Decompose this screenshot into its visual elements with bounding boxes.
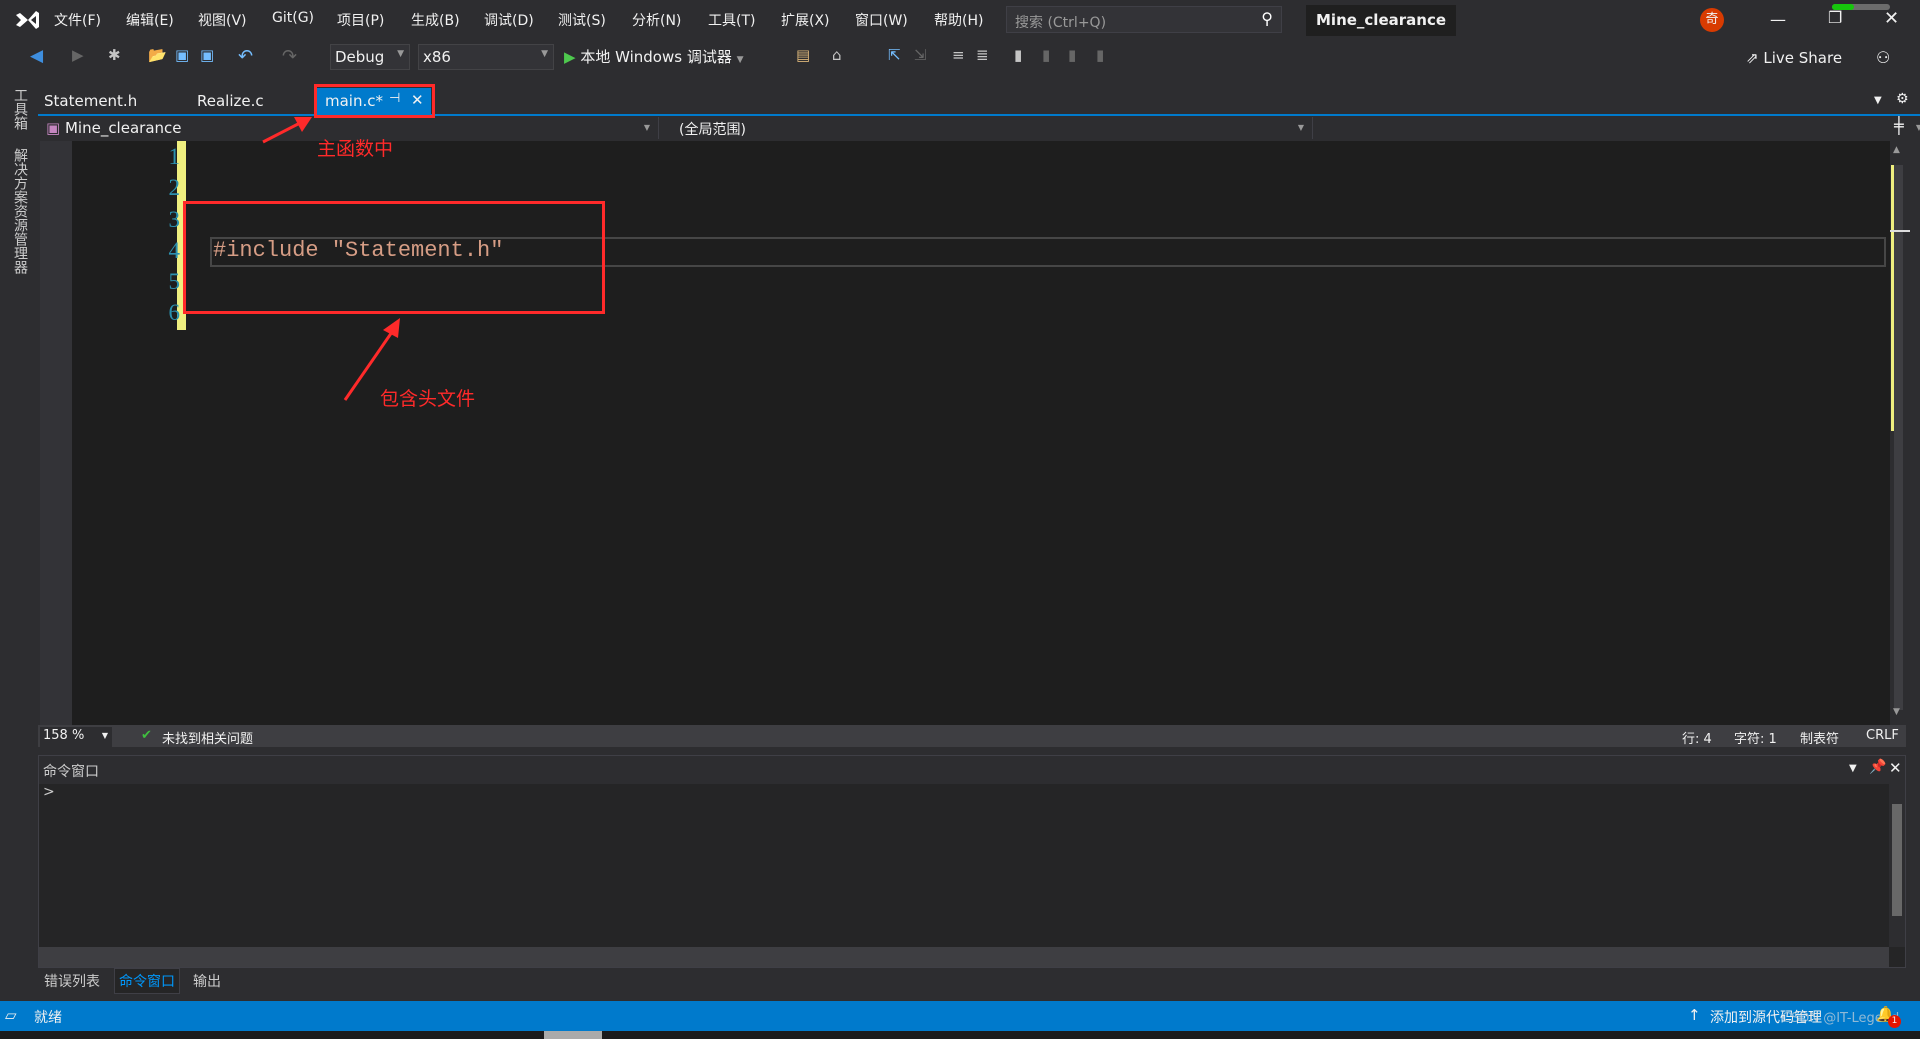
zoom-dropdown[interactable]: 158 % ▼ bbox=[40, 727, 112, 747]
eol-indicator[interactable]: CRLF bbox=[1866, 728, 1899, 743]
indent-indicator[interactable]: 制表符 bbox=[1800, 728, 1839, 747]
status-bar: ▱ 就绪 ↑ 添加到源代码管理 CSDN @IT-Legend 🔔 1 bbox=[0, 1001, 1920, 1031]
annotation-include-note: 包含头文件 bbox=[380, 388, 476, 410]
taskbar-strip bbox=[0, 1031, 1920, 1039]
chevron-down-icon[interactable]: ▼ bbox=[1849, 763, 1857, 774]
check-circle-icon: ✔ bbox=[141, 728, 152, 743]
command-vertical-scrollbar[interactable] bbox=[1889, 784, 1905, 947]
status-ready: 就绪 bbox=[34, 1010, 62, 1026]
arrow-to-tab bbox=[262, 117, 312, 144]
pin-icon[interactable]: 📌 bbox=[1869, 759, 1886, 775]
command-prompt[interactable]: > bbox=[43, 784, 55, 800]
taskbar-thumb bbox=[544, 1031, 602, 1039]
close-panel-icon[interactable]: ✕ bbox=[1889, 759, 1902, 777]
notification-badge: 1 bbox=[1888, 1015, 1901, 1028]
annotation-tab-note: 主函数中 bbox=[317, 138, 394, 160]
command-window: 命令窗口 ▼ 📌 ✕ > bbox=[38, 755, 1906, 968]
chevron-down-icon: ▼ bbox=[101, 731, 108, 740]
command-window-title: 命令窗口 bbox=[43, 764, 99, 780]
tab-error-list[interactable]: 错误列表 bbox=[44, 971, 100, 991]
tab-output[interactable]: 输出 bbox=[193, 971, 221, 991]
arrow-up-icon: ↑ bbox=[1688, 1006, 1701, 1024]
command-window-header: 命令窗口 ▼ 📌 ✕ bbox=[39, 756, 1905, 784]
command-horizontal-scrollbar[interactable] bbox=[39, 947, 1889, 967]
zoom-value: 158 % bbox=[43, 728, 85, 743]
ready-icon: ▱ bbox=[5, 1006, 17, 1024]
char-indicator: 字符: 1 bbox=[1734, 732, 1777, 747]
line-indicator: 行: 4 bbox=[1682, 732, 1712, 747]
tab-command-window[interactable]: 命令窗口 bbox=[114, 968, 180, 994]
issues-status[interactable]: 未找到相关问题 bbox=[162, 728, 253, 747]
scroll-thumb[interactable] bbox=[1892, 804, 1902, 916]
editor-status-row bbox=[38, 725, 1906, 747]
